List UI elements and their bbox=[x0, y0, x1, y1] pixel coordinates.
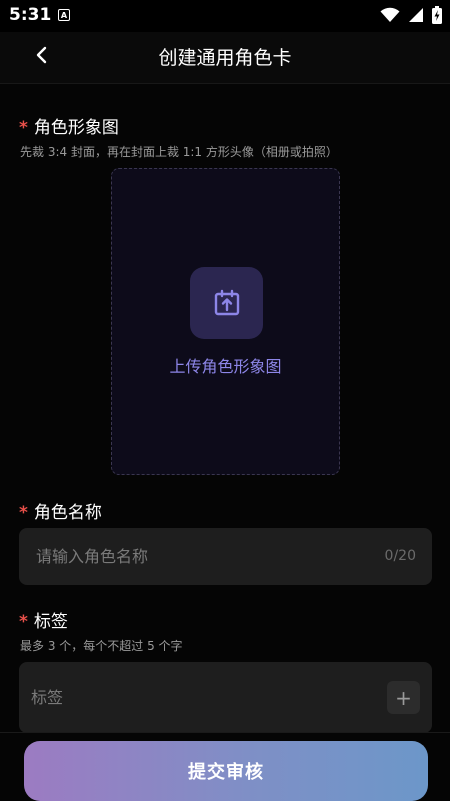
plus-icon: + bbox=[395, 685, 412, 710]
status-bar: 5:31 A bbox=[0, 0, 450, 32]
upload-icon-container bbox=[190, 267, 263, 339]
create-character-card-screen: 5:31 A 创建通用角色卡 * 角色形象图 先裁 3:4 封面，再在封面上裁 … bbox=[0, 0, 450, 801]
submit-label: 提交审核 bbox=[188, 762, 264, 783]
upload-calendar-icon bbox=[214, 289, 239, 316]
avatar-hint: 先裁 3:4 封面，再在封面上裁 1:1 方形头像（相册或拍照） bbox=[20, 145, 338, 159]
nav-bar: 创建通用角色卡 bbox=[0, 32, 450, 84]
avatar-section-label: * 角色形象图 bbox=[19, 113, 119, 138]
add-tag-button[interactable]: + bbox=[387, 681, 420, 714]
required-mark: * bbox=[19, 612, 28, 632]
name-label-text: 角色名称 bbox=[33, 503, 102, 523]
tags-hint: 最多 3 个，每个不超过 5 个字 bbox=[20, 639, 183, 653]
required-mark: * bbox=[19, 118, 28, 138]
signal-icon bbox=[409, 8, 423, 22]
status-icons bbox=[380, 6, 442, 24]
name-section-label: * 角色名称 bbox=[19, 498, 102, 523]
upload-avatar-text: 上传角色形象图 bbox=[169, 357, 282, 376]
page-title: 创建通用角色卡 bbox=[158, 47, 292, 69]
wifi-icon bbox=[380, 7, 400, 22]
tags-label-text: 标签 bbox=[33, 612, 68, 632]
tags-section-label: * 标签 bbox=[19, 607, 68, 632]
tags-field: + bbox=[19, 662, 432, 733]
avatar-label-text: 角色形象图 bbox=[33, 118, 119, 138]
app-notification-icon: A bbox=[58, 9, 70, 21]
status-time: 5:31 bbox=[9, 5, 52, 25]
name-field: 0/20 bbox=[19, 528, 432, 585]
tag-input[interactable] bbox=[31, 662, 361, 733]
submit-review-button[interactable]: 提交审核 bbox=[24, 741, 428, 801]
required-mark: * bbox=[19, 503, 28, 523]
name-char-counter: 0/20 bbox=[384, 548, 416, 564]
battery-icon bbox=[432, 6, 442, 24]
name-input[interactable] bbox=[36, 528, 366, 585]
upload-avatar-area[interactable]: 上传角色形象图 bbox=[111, 168, 340, 475]
